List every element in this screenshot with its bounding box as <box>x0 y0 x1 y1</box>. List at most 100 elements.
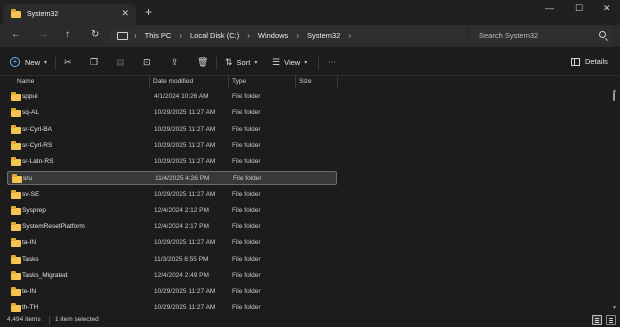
title-bar: System32 ✕ + — ☐ ✕ <box>0 0 620 25</box>
column-size[interactable]: Size <box>299 78 312 85</box>
column-date-modified[interactable]: Date modified <box>153 78 193 85</box>
column-divider[interactable] <box>228 76 229 88</box>
maximize-button[interactable]: ☐ <box>575 3 583 14</box>
file-type: File folder <box>232 125 261 133</box>
breadcrumb-separator[interactable]: › <box>179 31 182 40</box>
selection-count: 1 item selected <box>55 316 99 323</box>
file-date-modified: 11/4/2025 4:26 PM <box>155 175 210 183</box>
column-name[interactable]: Name <box>17 78 34 85</box>
status-divider <box>49 316 50 325</box>
column-divider[interactable] <box>149 76 150 88</box>
file-row[interactable]: sr-Latn-RS 10/29/2025 11:27 AM File folder <box>7 155 337 169</box>
new-tab-button[interactable]: + <box>145 6 152 18</box>
folder-icon <box>11 157 21 166</box>
file-type: File folder <box>233 175 262 183</box>
file-type: File folder <box>232 158 261 165</box>
file-name: sr-Cyrl-RS <box>22 141 53 149</box>
minimize-button[interactable]: — <box>545 3 554 13</box>
column-divider[interactable] <box>337 76 338 88</box>
file-date-modified: 10/29/2025 11:27 AM <box>154 288 216 295</box>
breadcrumb-this-pc[interactable]: This PC <box>145 31 172 40</box>
column-type[interactable]: Type <box>232 78 246 85</box>
status-bar: 4,494 items 1 item selected <box>0 314 620 327</box>
file-date-modified: 12/4/2024 2:12 PM <box>154 206 209 214</box>
tab-system32[interactable]: System32 ✕ <box>3 4 136 25</box>
file-type: File folder <box>232 93 261 100</box>
file-type: File folder <box>232 304 261 312</box>
file-name: te-IN <box>22 288 37 295</box>
file-date-modified: 10/29/2025 11:27 AM <box>154 239 216 247</box>
file-name: sv-SE <box>22 190 40 198</box>
search-box[interactable]: Search System32 <box>470 26 613 45</box>
command-bar: + New ▾ ✂ ❐ ▤ ⊡ ⇪ 🗑 ⇅ Sort ▾ ☰ View ▾ ··… <box>0 50 620 76</box>
rename-button[interactable]: ⊡ <box>143 57 155 68</box>
chevron-down-icon: ▾ <box>44 59 48 66</box>
scroll-down-arrow-icon[interactable]: ▼ <box>612 305 617 311</box>
more-options-button[interactable]: ··· <box>328 57 336 66</box>
folder-icon <box>11 108 21 118</box>
new-label: New <box>25 57 41 67</box>
ellipsis-icon: ··· <box>328 57 336 66</box>
file-row[interactable]: Sysprep 12/4/2024 2:12 PM File folder <box>7 204 337 218</box>
details-button[interactable]: Details <box>571 57 608 66</box>
file-type: File folder <box>232 109 261 117</box>
search-input[interactable]: Search System32 <box>479 31 538 40</box>
folder-icon <box>11 189 21 199</box>
file-row[interactable]: Tasks 11/3/2025 8:55 PM File folder <box>7 253 337 267</box>
details-view-button[interactable] <box>592 315 602 325</box>
tab-close-icon[interactable]: ✕ <box>121 8 129 19</box>
tiles-view-button[interactable] <box>606 315 616 325</box>
folder-icon <box>11 124 21 134</box>
up-button[interactable]: ↑ <box>65 29 70 40</box>
delete-button[interactable]: 🗑 <box>197 57 212 68</box>
view-button[interactable]: ☰ View ▾ <box>272 57 307 68</box>
copy-icon: ❐ <box>90 57 99 67</box>
copy-button[interactable]: ❐ <box>90 57 102 68</box>
rename-icon: ⊡ <box>143 57 151 67</box>
view-label: View <box>284 58 301 67</box>
file-name: Sysprep <box>22 206 46 214</box>
cut-button[interactable]: ✂ <box>64 57 76 68</box>
toolbar-divider <box>216 57 217 70</box>
folder-icon <box>11 9 21 18</box>
new-button[interactable]: + New ▾ <box>10 57 47 67</box>
breadcrumb-system32[interactable]: System32 <box>307 31 340 40</box>
close-window-button[interactable]: ✕ <box>603 3 611 14</box>
back-button[interactable]: ← <box>11 29 21 40</box>
file-type: File folder <box>232 271 261 279</box>
column-header: Name Date modified Type Size <box>0 76 612 88</box>
file-name: Tasks_Migrated <box>22 271 68 279</box>
file-row[interactable]: te-IN 10/29/2025 11:27 AM File folder <box>7 285 337 299</box>
column-divider[interactable] <box>295 76 296 88</box>
details-label: Details <box>585 57 608 66</box>
file-type: File folder <box>232 141 261 149</box>
address-bar[interactable]: › This PC › Local Disk (C:) › Windows › … <box>110 26 465 45</box>
file-row[interactable]: ta-IN 10/29/2025 11:27 AM File folder <box>7 236 337 250</box>
file-type: File folder <box>232 239 261 247</box>
share-button[interactable]: ⇪ <box>171 57 183 68</box>
file-row[interactable]: sru 11/4/2025 4:26 PM File folder <box>7 171 337 186</box>
breadcrumb-local-disk[interactable]: Local Disk (C:) <box>190 31 239 40</box>
folder-icon <box>12 174 22 184</box>
paste-button[interactable]: ▤ <box>116 57 129 68</box>
file-row[interactable]: Tasks_Migrated 12/4/2024 2:49 PM File fold… <box>7 269 337 283</box>
share-icon: ⇪ <box>171 57 179 67</box>
forward-button[interactable]: → <box>38 29 48 40</box>
sort-button[interactable]: ⇅ Sort ▾ <box>225 57 257 68</box>
clipboard-icon: ▤ <box>116 57 125 67</box>
file-row[interactable]: sq-AL 10/29/2025 11:27 AM File folder <box>7 106 337 120</box>
scrollbar-thumb[interactable] <box>613 92 615 101</box>
file-name: sru <box>23 175 33 183</box>
file-row[interactable]: sr-Cyrl-RS 10/29/2025 11:27 AM File folder <box>7 139 337 153</box>
file-row[interactable]: sppui 4/1/2024 10:26 AM File folder <box>7 90 337 104</box>
breadcrumb-separator[interactable]: › <box>247 31 250 40</box>
refresh-button[interactable]: ↻ <box>91 29 99 40</box>
file-row[interactable]: sr-Cyrl-BA 10/29/2025 11:27 AM File folder <box>7 123 337 137</box>
computer-icon <box>117 31 128 40</box>
file-date-modified: 10/29/2025 11:27 AM <box>154 304 216 312</box>
breadcrumb-windows[interactable]: Windows <box>258 31 288 40</box>
breadcrumb-more-icon[interactable]: › <box>348 31 351 40</box>
file-row[interactable]: sv-SE 10/29/2025 11:27 AM File folder <box>7 188 337 202</box>
file-row[interactable]: SystemResetPlatform 12/4/2024 2:17 PM File… <box>7 220 337 234</box>
breadcrumb-separator[interactable]: › <box>296 31 299 40</box>
